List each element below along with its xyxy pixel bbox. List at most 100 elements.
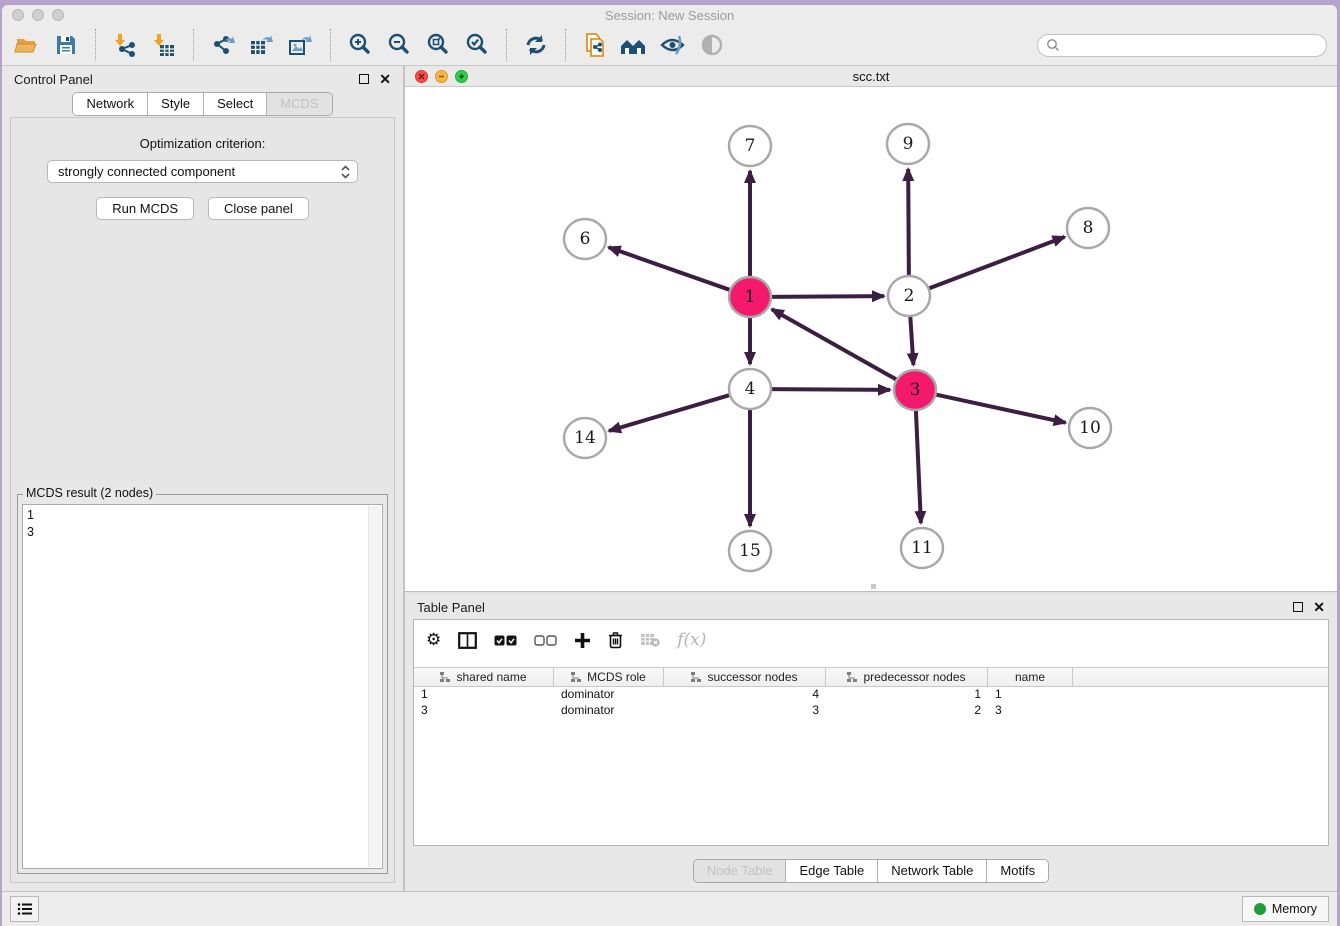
tab-select[interactable]: Select <box>203 93 266 115</box>
graph-edge-2-8[interactable] <box>927 237 1065 289</box>
cell-predecessor-nodes[interactable]: 2 <box>826 703 988 719</box>
zoom-in-icon[interactable] <box>345 30 375 60</box>
graph-node-7[interactable]: 7 <box>729 126 771 166</box>
column-header-predecessor-nodes[interactable]: predecessor nodes <box>826 668 988 686</box>
cell-predecessor-nodes[interactable]: 1 <box>826 687 988 703</box>
tab-motifs[interactable]: Motifs <box>986 860 1048 882</box>
tab-network[interactable]: Network <box>73 93 147 115</box>
mcds-tab-content: Optimization criterion: strongly connect… <box>10 117 395 883</box>
close-window-icon[interactable] <box>12 9 24 21</box>
graph-edge-3-1[interactable] <box>772 309 899 380</box>
control-panel-title: Control Panel <box>14 72 93 87</box>
zoom-selected-icon[interactable] <box>462 30 492 60</box>
graph-edge-2-9[interactable] <box>908 169 909 277</box>
graph-node-11[interactable]: 11 <box>901 528 943 568</box>
run-mcds-button[interactable]: Run MCDS <box>96 197 194 220</box>
zoom-out-icon[interactable] <box>384 30 414 60</box>
column-header-shared-name[interactable]: shared name <box>414 668 554 686</box>
apply-layout-icon[interactable] <box>521 30 551 60</box>
minimize-window-icon[interactable] <box>32 9 44 21</box>
maximize-window-icon[interactable] <box>52 9 64 21</box>
graph-edge-3-11[interactable] <box>916 409 921 523</box>
graph-edge-1-2[interactable] <box>769 296 884 297</box>
control-panel-tabs: Network Style Select MCDS <box>72 92 332 116</box>
export-image-icon[interactable] <box>286 30 316 60</box>
tab-node-table[interactable]: Node Table <box>694 860 786 882</box>
graph-edge-4-14[interactable] <box>609 394 732 430</box>
cell-mcds-role[interactable]: dominator <box>554 703 664 719</box>
clone-network-icon[interactable] <box>580 30 610 60</box>
mcds-result-group: MCDS result (2 nodes) 1 3 <box>17 494 388 874</box>
show-all-icon[interactable] <box>619 30 649 60</box>
optimization-criterion-label: Optimization criterion: <box>11 136 394 151</box>
tab-style[interactable]: Style <box>147 93 203 115</box>
table-row[interactable]: 3 dominator 3 2 3 <box>414 703 1328 719</box>
graph-node-6[interactable]: 6 <box>564 219 606 259</box>
column-header-name[interactable]: name <box>988 668 1073 686</box>
cell-mcds-role[interactable]: dominator <box>554 687 664 703</box>
memory-button[interactable]: Memory <box>1242 896 1329 922</box>
cell-successor-nodes[interactable]: 4 <box>664 687 826 703</box>
graph-node-15[interactable]: 15 <box>729 531 771 571</box>
graph-node-10[interactable]: 10 <box>1069 408 1111 448</box>
search-field[interactable] <box>1037 34 1327 57</box>
import-network-icon[interactable] <box>110 30 140 60</box>
graph-edge-1-6[interactable] <box>609 247 732 290</box>
export-network-icon[interactable] <box>208 30 238 60</box>
minimize-network-icon[interactable] <box>435 70 448 83</box>
hide-selected-icon[interactable] <box>658 30 688 60</box>
close-table-panel-icon[interactable]: ✕ <box>1313 602 1325 612</box>
mcds-result-list[interactable]: 1 3 <box>22 504 383 869</box>
select-all-icon[interactable] <box>494 635 517 646</box>
float-panel-icon[interactable] <box>359 74 369 84</box>
export-table-icon[interactable] <box>247 30 277 60</box>
graph-node-label: 8 <box>1083 218 1094 238</box>
cell-shared-name[interactable]: 1 <box>414 687 554 703</box>
canvas-resize-grip[interactable] <box>871 584 876 589</box>
cell-shared-name[interactable]: 3 <box>414 703 554 719</box>
tab-edge-table[interactable]: Edge Table <box>785 860 877 882</box>
deselect-all-icon[interactable] <box>534 635 557 646</box>
graph-node-label: 14 <box>574 428 596 448</box>
save-session-icon[interactable] <box>51 30 81 60</box>
delete-column-icon[interactable] <box>608 631 623 649</box>
table-settings-icon[interactable]: ⚙ <box>426 630 441 650</box>
column-header-successor-nodes[interactable]: successor nodes <box>664 668 826 686</box>
graph-node-8[interactable]: 8 <box>1067 208 1109 248</box>
network-canvas[interactable]: 7 9 6 8 1 2 4 3 14 10 15 11 <box>405 87 1337 591</box>
table-panel: Table Panel ✕ ⚙ <box>405 595 1337 891</box>
optimization-criterion-select[interactable]: strongly connected component <box>47 160 358 183</box>
graph-node-9[interactable]: 9 <box>887 124 929 164</box>
import-table-icon[interactable] <box>149 30 179 60</box>
graph-node-2[interactable]: 2 <box>888 276 930 316</box>
graph-edge-2-3[interactable] <box>910 315 913 365</box>
table-row[interactable]: 1 dominator 4 1 1 <box>414 687 1328 703</box>
tab-mcds[interactable]: MCDS <box>266 93 331 115</box>
cell-name[interactable]: 3 <box>988 703 1073 719</box>
graph-node-14[interactable]: 14 <box>564 418 606 458</box>
float-table-panel-icon[interactable] <box>1293 602 1303 612</box>
task-history-button[interactable] <box>10 896 39 922</box>
graph-edge-4-3[interactable] <box>769 389 890 390</box>
graph-node-4[interactable]: 4 <box>729 369 771 409</box>
graph-node-3[interactable]: 3 <box>894 370 936 410</box>
close-network-icon[interactable] <box>415 70 428 83</box>
close-panel-icon[interactable]: ✕ <box>379 74 391 84</box>
add-column-icon[interactable] <box>574 632 591 649</box>
zoom-fit-icon[interactable] <box>423 30 453 60</box>
graph-node-1[interactable]: 1 <box>729 277 771 317</box>
cell-successor-nodes[interactable]: 3 <box>664 703 826 719</box>
toggle-panel-mode-icon[interactable] <box>458 632 477 649</box>
window-title: Session: New Session <box>2 8 1337 23</box>
graph-node-label: 11 <box>911 538 933 558</box>
tab-network-table[interactable]: Network Table <box>877 860 986 882</box>
close-panel-button[interactable]: Close panel <box>208 197 309 220</box>
search-input[interactable] <box>1065 38 1318 52</box>
open-session-icon[interactable] <box>12 30 42 60</box>
graph-edge-3-10[interactable] <box>934 394 1066 423</box>
show-selected-disabled-icon <box>697 30 727 60</box>
cell-name[interactable]: 1 <box>988 687 1073 703</box>
column-header-mcds-role[interactable]: MCDS role <box>554 668 664 686</box>
result-scrollbar[interactable] <box>368 506 381 867</box>
zoom-network-icon[interactable] <box>455 70 468 83</box>
